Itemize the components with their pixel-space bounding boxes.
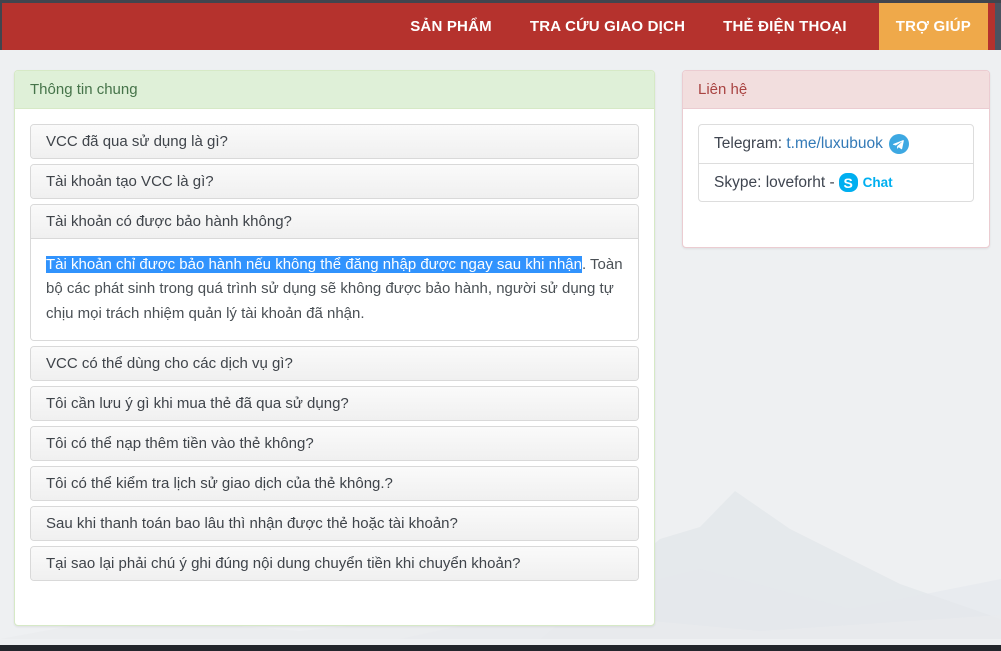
faq-question-heading[interactable]: Tôi có thể nạp thêm tiền vào thẻ không? bbox=[31, 426, 638, 460]
faq-answer: Tài khoản chỉ được bảo hành nếu không th… bbox=[31, 238, 638, 340]
faq-question: Tôi có thể kiểm tra lịch sử giao dịch củ… bbox=[30, 465, 639, 501]
faq-question-heading[interactable]: Sau khi thanh toán bao lâu thì nhận được… bbox=[31, 506, 638, 540]
faq-question-expanded: Tài khoản có được bảo hành không? Tài kh… bbox=[30, 204, 639, 341]
faq-panel: Thông tin chung VCC đã qua sử dụng là gì… bbox=[14, 70, 655, 626]
telegram-icon[interactable] bbox=[888, 134, 909, 154]
window-edge-left bbox=[0, 0, 2, 50]
faq-question-heading[interactable]: Tại sao lại phải chú ý ghi đúng nội dung… bbox=[31, 546, 638, 580]
faq-question: Tài khoản tạo VCC là gì? bbox=[30, 164, 639, 199]
contact-panel-body: Telegram: t.me/luxubuok Skype: loveforht… bbox=[683, 109, 989, 237]
faq-question: Tôi cần lưu ý gì khi mua thẻ đã qua sử d… bbox=[30, 385, 639, 421]
contact-list: Telegram: t.me/luxubuok Skype: loveforht… bbox=[698, 124, 974, 202]
nav-item-the-dien-thoai[interactable]: THẺ ĐIỆN THOẠI bbox=[709, 3, 861, 50]
window-edge-top bbox=[0, 0, 1001, 3]
page-content: Thông tin chung VCC đã qua sử dụng là gì… bbox=[0, 50, 1001, 645]
faq-question-heading[interactable]: VCC có thể dùng cho các dịch vụ gì? bbox=[31, 346, 638, 380]
nav-item-tra-cuu-giao-dich[interactable]: TRA CỨU GIAO DỊCH bbox=[516, 3, 699, 50]
top-navbar: SẢN PHẨM TRA CỨU GIAO DỊCH THẺ ĐIỆN THOẠ… bbox=[2, 3, 995, 50]
faq-question-heading[interactable]: Tài khoản tạo VCC là gì? bbox=[31, 165, 638, 198]
faq-question-heading[interactable]: Tôi cần lưu ý gì khi mua thẻ đã qua sử d… bbox=[31, 386, 638, 420]
telegram-label: Telegram: bbox=[714, 135, 783, 152]
contact-row-telegram: Telegram: t.me/luxubuok bbox=[698, 124, 974, 164]
selected-text: Tài khoản chỉ được bảo hành nếu không th… bbox=[46, 256, 582, 273]
faq-question: Tôi có thể nạp thêm tiền vào thẻ không? bbox=[30, 425, 639, 461]
faq-question-heading[interactable]: VCC đã qua sử dụng là gì? bbox=[31, 125, 638, 158]
window-edge-bottom bbox=[0, 645, 1001, 651]
faq-question-heading[interactable]: Tài khoản có được bảo hành không? bbox=[31, 205, 638, 238]
faq-panel-title: Thông tin chung bbox=[15, 71, 654, 109]
nav-item-san-pham[interactable]: SẢN PHẨM bbox=[396, 3, 506, 50]
faq-question: Sau khi thanh toán bao lâu thì nhận được… bbox=[30, 505, 639, 541]
faq-question-heading[interactable]: Tôi có thể kiểm tra lịch sử giao dịch củ… bbox=[31, 466, 638, 500]
faq-panel-body: VCC đã qua sử dụng là gì? Tài khoản tạo … bbox=[15, 109, 654, 601]
skype-chat-link[interactable]: Chat bbox=[863, 175, 893, 190]
contact-panel: Liên hệ Telegram: t.me/luxubuok Skype: l… bbox=[682, 70, 990, 248]
skype-label: Skype: loveforht - bbox=[714, 173, 835, 191]
telegram-link[interactable]: t.me/luxubuok bbox=[786, 135, 883, 153]
contact-panel-title: Liên hệ bbox=[683, 71, 989, 109]
window-edge-right bbox=[995, 0, 1001, 50]
faq-question: VCC đã qua sử dụng là gì? bbox=[30, 124, 639, 159]
contact-row-skype: Skype: loveforht - S Chat bbox=[698, 163, 974, 202]
nav-item-tro-giup-active[interactable]: TRỢ GIÚP bbox=[878, 3, 988, 50]
faq-question: VCC có thể dùng cho các dịch vụ gì? bbox=[30, 345, 639, 381]
skype-icon[interactable]: S bbox=[838, 173, 858, 192]
faq-question: Tại sao lại phải chú ý ghi đúng nội dung… bbox=[30, 545, 639, 581]
